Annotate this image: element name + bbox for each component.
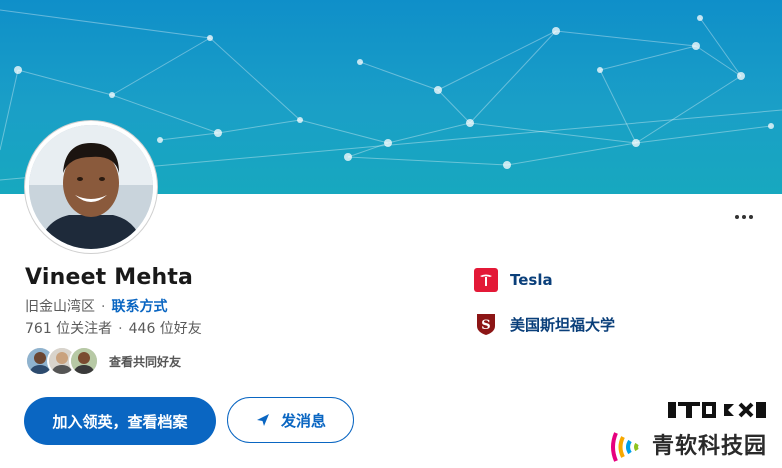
stanford-logo-icon: S: [474, 312, 498, 336]
profile-name: Vineet Mehta: [25, 265, 194, 290]
view-mutual-connections-link[interactable]: 查看共同好友: [109, 353, 181, 370]
person-photo-icon: [29, 125, 153, 249]
send-icon: [256, 414, 269, 426]
stats-line: 761 位关注者 · 446 位好友: [25, 318, 202, 338]
send-message-label: 发消息: [280, 411, 326, 430]
connections-count: 446 位好友: [128, 321, 202, 337]
separator: ·: [101, 299, 106, 315]
followers-count: 761 位关注者: [25, 321, 113, 337]
mutual-avatar: [69, 346, 99, 376]
org-item-tesla[interactable]: Tesla: [474, 268, 553, 292]
profile-avatar: [25, 121, 157, 253]
mutual-connections[interactable]: 查看共同好友: [25, 346, 181, 376]
signal-waves-icon: [611, 432, 639, 462]
location-text: 旧金山湾区: [25, 299, 95, 315]
more-options-button[interactable]: [732, 205, 756, 229]
tesla-logo-icon: [474, 268, 498, 292]
org-item-stanford[interactable]: S 美国斯坦福大学: [474, 312, 615, 336]
send-message-button[interactable]: 发消息: [227, 397, 354, 443]
watermark-logo: [668, 400, 768, 420]
join-to-view-profile-button[interactable]: 加入领英，查看档案: [24, 397, 216, 445]
org-label: 美国斯坦福大学: [510, 315, 616, 334]
dot-icon: [742, 215, 746, 219]
org-label: Tesla: [510, 271, 553, 289]
dot-icon: [749, 215, 753, 219]
watermark-text: 青软科技园: [652, 434, 768, 459]
svg-text:S: S: [481, 318, 490, 333]
dot-icon: [735, 215, 739, 219]
person-icon: [71, 348, 97, 374]
separator: ·: [118, 321, 123, 337]
watermark: 青软科技园: [606, 422, 767, 466]
location-line: 旧金山湾区 · 联系方式: [25, 296, 167, 316]
contact-info-link[interactable]: 联系方式: [111, 299, 167, 315]
